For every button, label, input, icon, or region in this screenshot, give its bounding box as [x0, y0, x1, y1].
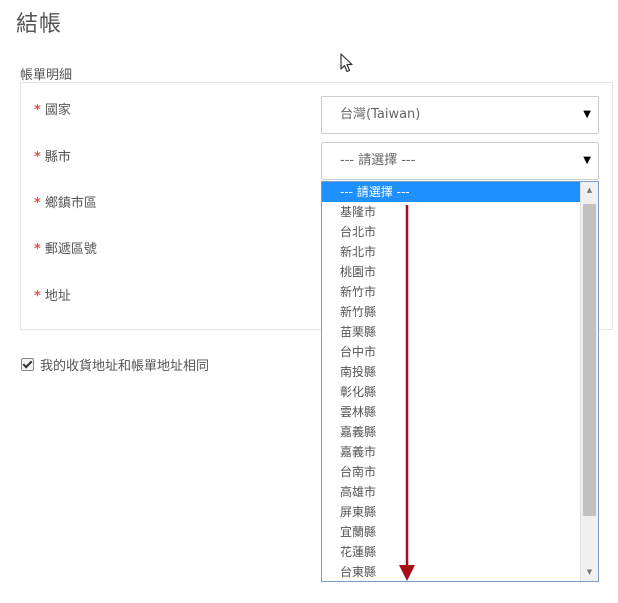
same-address-checkbox[interactable]: [21, 358, 34, 371]
county-option[interactable]: 宜蘭縣: [322, 522, 580, 542]
scroll-up-icon[interactable]: ▲: [581, 182, 598, 199]
dropdown-scrollbar[interactable]: ▲ ▼: [580, 182, 598, 581]
county-option[interactable]: 台南市: [322, 462, 580, 482]
required-marker: *: [34, 196, 41, 211]
country-label: * 國家: [34, 99, 71, 118]
scroll-down-icon[interactable]: ▼: [581, 564, 598, 581]
same-address-row[interactable]: 我的收貨地址和帳單地址相同: [21, 355, 209, 374]
county-option[interactable]: 桃園市: [322, 262, 580, 282]
district-label-text: 鄉鎮市區: [44, 196, 97, 211]
address-label: * 地址: [34, 285, 71, 304]
county-option[interactable]: 雲林縣: [322, 402, 580, 422]
county-option[interactable]: 新北市: [322, 242, 580, 262]
county-option[interactable]: 花蓮縣: [322, 542, 580, 562]
billing-details-label: 帳單明細: [20, 68, 73, 83]
scroll-thumb[interactable]: [583, 204, 596, 516]
address-label-text: 地址: [44, 289, 71, 304]
required-marker: *: [34, 242, 41, 257]
county-label-text: 縣市: [44, 150, 71, 165]
district-label: * 鄉鎮市區: [34, 192, 97, 211]
chevron-down-icon: ▼: [583, 109, 591, 120]
chevron-down-icon: ▼: [583, 155, 591, 166]
county-options: --- 請選擇 --- 基隆市 台北市 新北市 桃園市 新竹市 新竹縣 苗栗縣 台中市 南投縣 彰化…: [322, 182, 580, 581]
county-option[interactable]: --- 請選擇 ---: [322, 182, 580, 202]
country-select[interactable]: 台灣(Taiwan) ▼: [321, 96, 599, 134]
county-option[interactable]: 高雄市: [322, 482, 580, 502]
county-select-value: --- 請選擇 ---: [340, 153, 416, 168]
county-option[interactable]: 嘉義縣: [322, 422, 580, 442]
country-label-text: 國家: [44, 103, 71, 118]
required-marker: *: [34, 103, 41, 118]
county-option[interactable]: 台北市: [322, 222, 580, 242]
county-option[interactable]: 嘉義市: [322, 442, 580, 462]
county-option[interactable]: 新竹市: [322, 282, 580, 302]
mouse-pointer-icon: [340, 53, 353, 73]
postal-code-label: * 郵遞區號: [34, 238, 97, 257]
county-option[interactable]: 台東縣: [322, 562, 580, 581]
county-select[interactable]: --- 請選擇 --- ▼: [321, 142, 599, 180]
required-marker: *: [34, 289, 41, 304]
county-option[interactable]: 台中市: [322, 342, 580, 362]
required-marker: *: [34, 150, 41, 165]
county-option[interactable]: 南投縣: [322, 362, 580, 382]
county-option[interactable]: 新竹縣: [322, 302, 580, 322]
county-label: * 縣市: [34, 146, 71, 165]
county-option[interactable]: 苗栗縣: [322, 322, 580, 342]
county-option[interactable]: 彰化縣: [322, 382, 580, 402]
county-dropdown-list[interactable]: --- 請選擇 --- 基隆市 台北市 新北市 桃園市 新竹市 新竹縣 苗栗縣 台中市 南投縣 彰化…: [321, 181, 599, 582]
page-title: 結帳: [16, 12, 63, 37]
down-arrow-icon: [399, 205, 415, 581]
checkout-page: 結帳 帳單明細 * 國家 台灣(Taiwan) ▼ * 縣市 --- 請選擇 ---…: [0, 0, 618, 603]
country-select-value: 台灣(Taiwan): [340, 107, 421, 122]
same-address-label: 我的收貨地址和帳單地址相同: [40, 359, 210, 374]
county-option[interactable]: 屏東縣: [322, 502, 580, 522]
county-option[interactable]: 基隆市: [322, 202, 580, 222]
postal-code-label-text: 郵遞區號: [44, 242, 97, 257]
